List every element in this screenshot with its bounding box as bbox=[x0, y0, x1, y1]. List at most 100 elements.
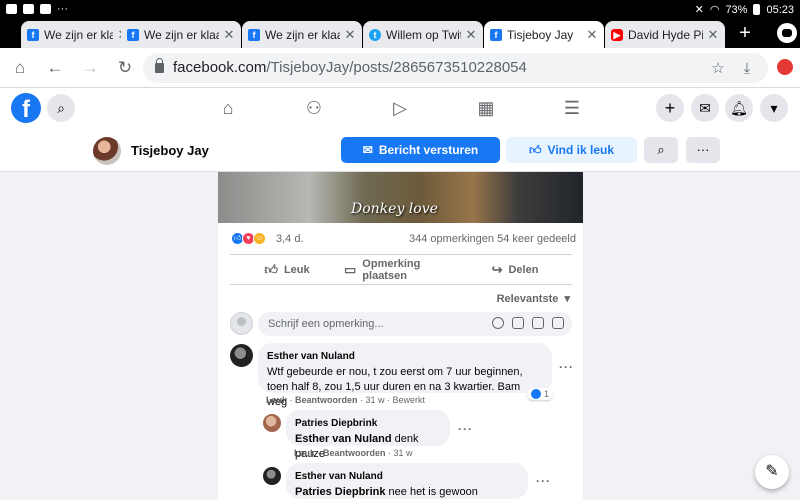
reactions-count[interactable]: 3,4 d. bbox=[276, 233, 304, 245]
new-tab-button[interactable]: + bbox=[735, 22, 755, 44]
facebook-favicon-icon: f bbox=[248, 28, 260, 41]
send-message-button[interactable]: ✉ Bericht versturen bbox=[341, 137, 500, 163]
page-search-button[interactable]: ⌕ bbox=[644, 137, 678, 163]
close-tab-icon[interactable]: ✕ bbox=[344, 27, 356, 43]
marketplace-nav-icon[interactable]: ▦ bbox=[473, 96, 499, 120]
post-image[interactable]: Donkey love bbox=[218, 172, 583, 223]
comment-tools bbox=[492, 317, 564, 329]
comment-input[interactable]: Schrijf een opmerking... bbox=[258, 312, 572, 336]
address-bar: ⌂ ← → ↻ facebook.com/TisjeboyJay/posts/2… bbox=[0, 48, 800, 88]
share-button[interactable]: ↪ Delen bbox=[458, 255, 572, 284]
comment-reply-link[interactable]: Beantwoorden bbox=[295, 395, 358, 405]
status-bar-notifications: ··· bbox=[6, 3, 68, 15]
reply-author-avatar[interactable] bbox=[263, 414, 281, 432]
close-tab-icon[interactable]: ✕ bbox=[223, 27, 235, 43]
current-user-avatar bbox=[230, 312, 253, 335]
reply-reply-link[interactable]: Beantwoorden bbox=[323, 448, 386, 458]
messenger-button[interactable]: ✉ bbox=[691, 94, 719, 122]
reply-mention[interactable]: Esther van Nuland bbox=[295, 433, 392, 445]
comment-label: Opmerking plaatsen bbox=[362, 257, 421, 282]
friends-nav-icon[interactable]: ⚇ bbox=[301, 96, 327, 120]
reply-author-avatar[interactable] bbox=[263, 467, 281, 485]
gif-icon[interactable] bbox=[532, 317, 544, 329]
facebook-logo-icon[interactable]: f bbox=[11, 93, 41, 123]
care-reaction-icon[interactable]: ☺ bbox=[253, 232, 266, 245]
status-bar-system: ✕ ◠ 73% 05:23 bbox=[694, 3, 794, 17]
tab-2[interactable]: f We zijn er klaar ✕ bbox=[121, 21, 241, 48]
search-button[interactable]: ⌕ bbox=[47, 94, 75, 122]
camera-icon[interactable] bbox=[512, 317, 524, 329]
tab-1[interactable]: f We zijn er klaar ✕ bbox=[21, 21, 135, 48]
share-label: Delen bbox=[508, 263, 539, 276]
comment-sort-dropdown[interactable]: Relevantste ▾ bbox=[497, 292, 570, 305]
comment-meta: Leuk · Beantwoorden · 31 w · Bewerkt bbox=[266, 395, 426, 405]
url-text[interactable]: facebook.com/TisjeboyJay/posts/286567351… bbox=[173, 59, 527, 76]
bookmark-star-icon[interactable]: ☆ bbox=[709, 60, 727, 78]
tab-title: David Hyde Pierce bbox=[628, 27, 703, 42]
tab-4[interactable]: t Willem op Twitter ✕ bbox=[363, 21, 483, 48]
comment-author[interactable]: Esther van Nuland bbox=[267, 349, 543, 364]
comments-count[interactable]: 344 opmerkingen bbox=[409, 233, 494, 245]
comment-reaction-count: 1 bbox=[544, 389, 550, 399]
url-field[interactable]: facebook.com/TisjeboyJay/posts/286567351… bbox=[143, 53, 768, 83]
reply-author[interactable]: Patries Diepbrink bbox=[295, 416, 441, 431]
compose-post-button[interactable]: ✎ bbox=[755, 455, 789, 489]
tab-5-active[interactable]: f Tisjeboy Jay ✕ bbox=[484, 21, 604, 48]
comment-composer: Schrijf een opmerking... bbox=[230, 312, 572, 338]
page-name[interactable]: Tisjeboy Jay bbox=[131, 143, 209, 158]
comment-more-button[interactable]: ··· bbox=[559, 360, 574, 374]
comment-like-link[interactable]: Leuk bbox=[266, 395, 287, 405]
watch-nav-icon[interactable]: ▷ bbox=[387, 96, 413, 120]
notifications-button[interactable]: 🔔︎ bbox=[725, 94, 753, 122]
facebook-header: f ⌕ ⌂ ⚇ ▷ ▦ ☰ + ✉ 🔔︎ ▾ bbox=[0, 88, 800, 128]
mute-icon: ✕ bbox=[694, 4, 704, 16]
reply-more-button[interactable]: ··· bbox=[458, 422, 473, 436]
extension-icon[interactable] bbox=[777, 59, 793, 75]
page-avatar[interactable] bbox=[93, 137, 121, 165]
facebook-favicon-icon: f bbox=[490, 28, 502, 41]
forward-icon[interactable]: → bbox=[79, 57, 101, 79]
incognito-icon[interactable] bbox=[777, 23, 797, 43]
like-reaction-icon bbox=[531, 389, 541, 399]
youtube-favicon-icon: ▶ bbox=[611, 28, 623, 41]
home-icon[interactable]: ⌂ bbox=[9, 57, 31, 79]
reply-bubble: Esther van Nuland Patries Diepbrink nee … bbox=[286, 463, 528, 499]
reply-time[interactable]: 31 w bbox=[394, 448, 413, 458]
account-menu-button[interactable]: ▾ bbox=[760, 94, 788, 122]
reply-mention[interactable]: Patries Diepbrink bbox=[295, 486, 385, 498]
tab-title: We zijn er klaar bbox=[44, 27, 113, 42]
camera-icon bbox=[23, 4, 34, 14]
create-button[interactable]: + bbox=[656, 94, 684, 122]
reply-bubble: Patries Diepbrink Esther van Nuland denk… bbox=[286, 410, 450, 460]
home-nav-icon[interactable]: ⌂ bbox=[215, 96, 241, 120]
menu-nav-icon[interactable]: ☰ bbox=[559, 96, 585, 120]
sticker-icon[interactable] bbox=[552, 317, 564, 329]
thumbs-up-icon: 👍︎ bbox=[264, 261, 278, 277]
like-page-button[interactable]: 👍︎ Vind ik leuk bbox=[506, 137, 637, 163]
shares-count[interactable]: 54 keer gedeeld bbox=[497, 233, 576, 245]
close-tab-icon[interactable]: ✕ bbox=[707, 27, 719, 43]
comment-edited: Bewerkt bbox=[392, 395, 426, 405]
comment-button[interactable]: ▭ Opmerking plaatsen bbox=[344, 255, 458, 284]
tab-title: We zijn er klaar bbox=[265, 27, 340, 42]
like-button[interactable]: 👍︎ Leuk bbox=[230, 255, 344, 284]
comment-reaction[interactable]: 1 bbox=[527, 388, 554, 400]
close-tab-icon[interactable]: ✕ bbox=[465, 27, 477, 43]
back-icon[interactable]: ← bbox=[44, 57, 66, 79]
status-bar: ··· ✕ ◠ 73% 05:23 bbox=[0, 0, 800, 18]
emoji-icon[interactable] bbox=[492, 317, 504, 329]
tab-6[interactable]: ▶ David Hyde Pierce ✕ bbox=[605, 21, 725, 48]
comment-time[interactable]: 31 w bbox=[366, 395, 385, 405]
comments-shares-count[interactable]: 344 opmerkingen 54 keer gedeeld bbox=[409, 233, 576, 245]
reload-icon[interactable]: ↻ bbox=[114, 57, 136, 79]
tab-3[interactable]: f We zijn er klaar ✕ bbox=[242, 21, 362, 48]
reply-author[interactable]: Esther van Nuland bbox=[295, 469, 519, 484]
reply-like-link[interactable]: Leuk bbox=[294, 448, 315, 458]
close-tab-icon[interactable]: ✕ bbox=[586, 27, 598, 43]
tab-title: We zijn er klaar bbox=[144, 27, 219, 42]
download-icon[interactable]: ⤓ bbox=[738, 60, 756, 78]
like-label: Leuk bbox=[283, 263, 310, 276]
reply-more-button[interactable]: ··· bbox=[536, 474, 551, 488]
comment-author-avatar[interactable] bbox=[230, 344, 253, 367]
page-more-button[interactable]: ··· bbox=[686, 137, 720, 163]
